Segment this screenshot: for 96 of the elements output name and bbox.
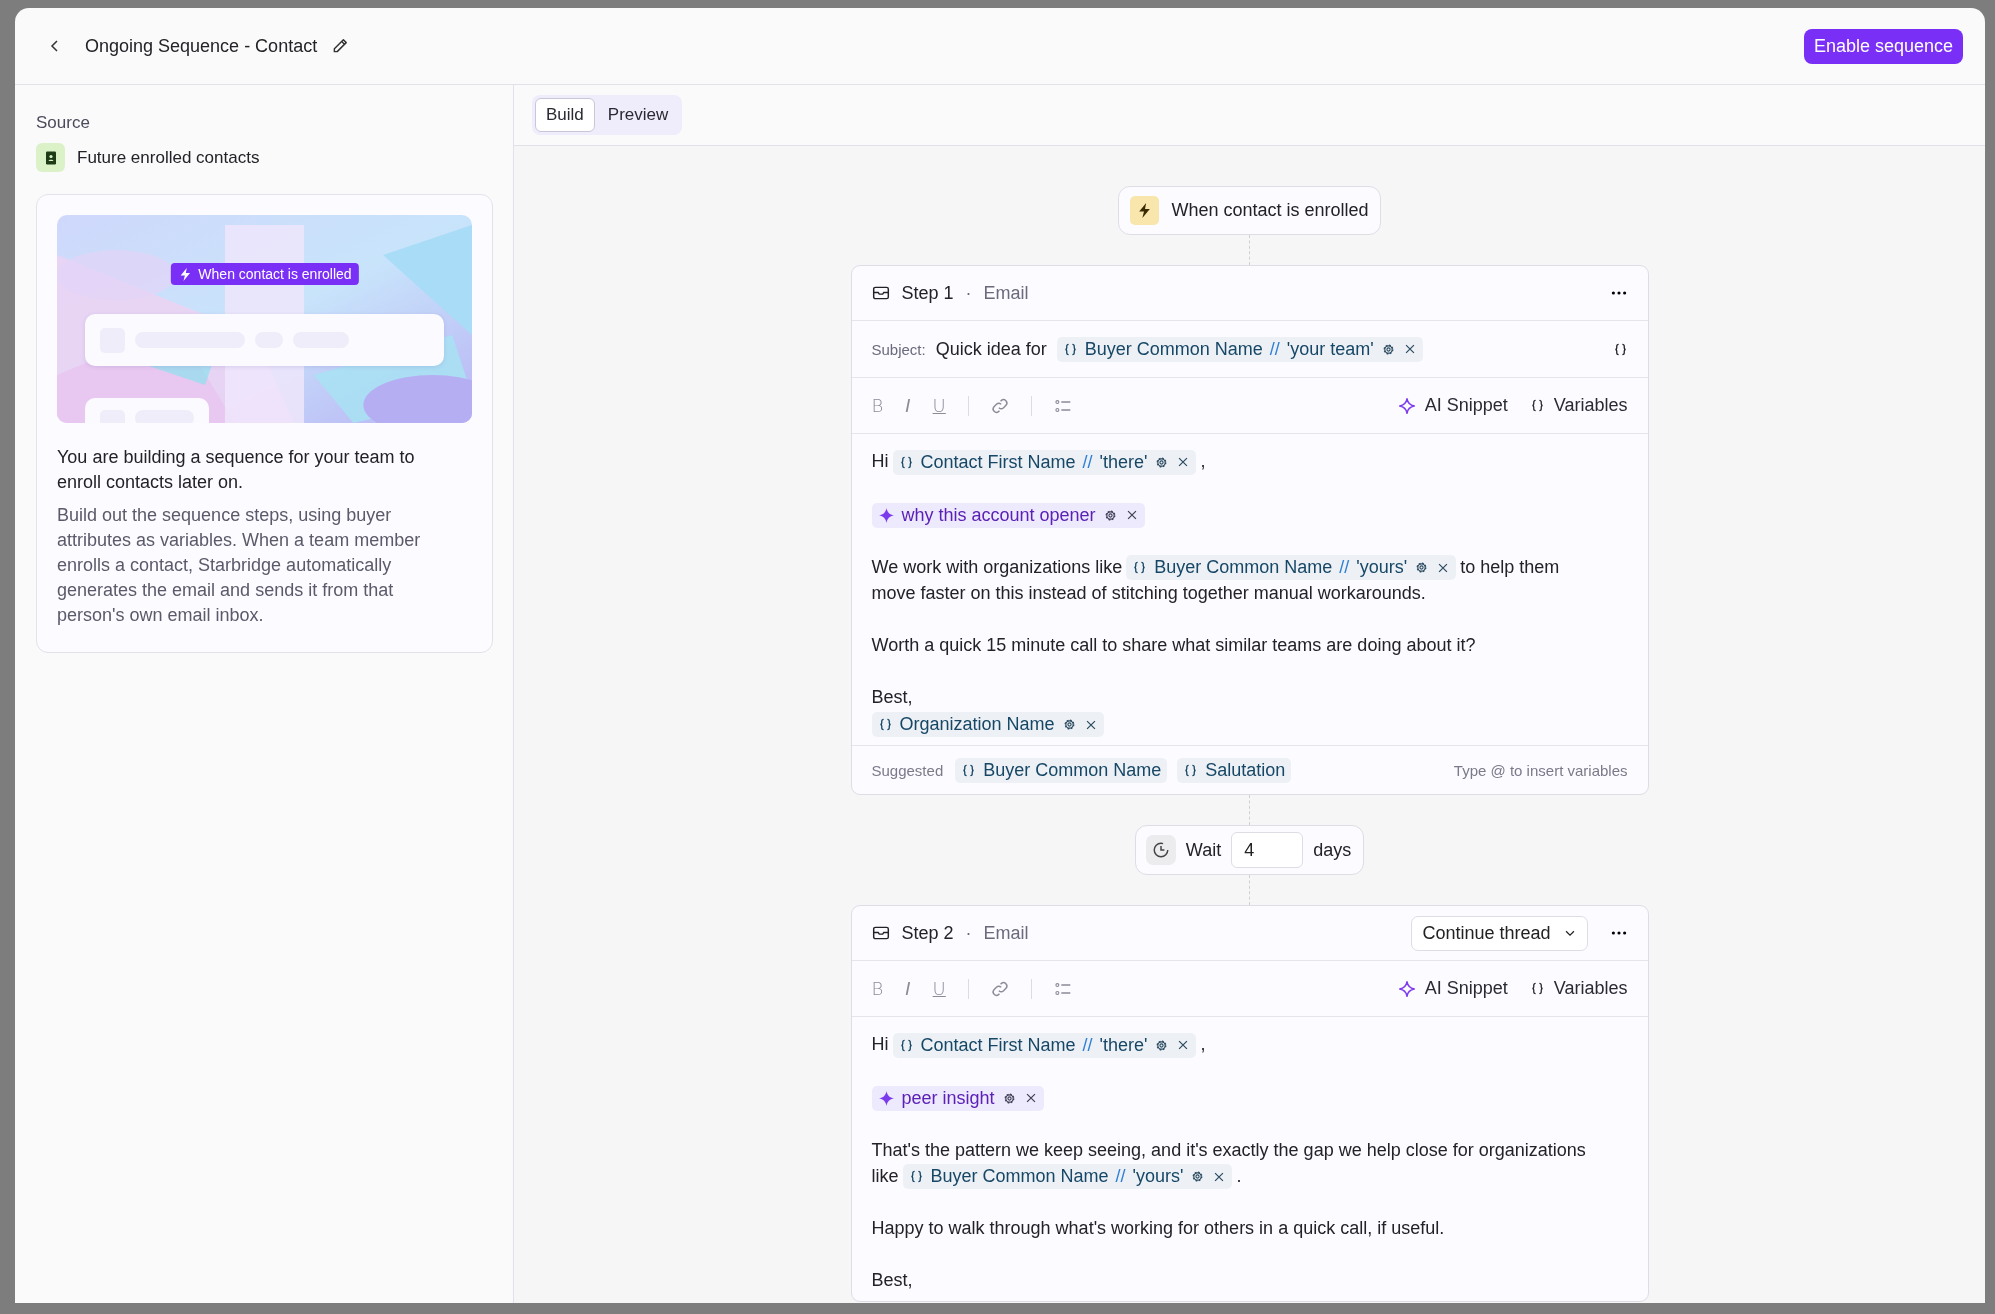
ai-snippet-chip[interactable]: why this account opener (871, 502, 1145, 528)
separator: // (1115, 1165, 1126, 1189)
mail-icon (871, 924, 890, 942)
body-text: Best, (871, 687, 913, 708)
body-text: , (1200, 451, 1206, 471)
variable-chip[interactable]: Contact First Name // 'there' (892, 1032, 1197, 1058)
body-text: Happy to walk through what's working for others in a quick call, if useful. (871, 1218, 1445, 1239)
separator: // (1082, 1033, 1093, 1057)
sparkle-icon (1397, 979, 1416, 998)
page-title: Ongoing Sequence - Contact (85, 35, 318, 57)
body-text: Quick idea for (935, 338, 1047, 360)
sparkle-icon (1397, 396, 1416, 415)
body-text: . (1236, 1165, 1242, 1186)
info-text: Build out the sequence steps, using buyer attributes as variables. When a team member enrolls a contact, Starbridge automatically generates the email and sends it from that person's own email inbox. (57, 504, 422, 627)
variable-name: Organization Name (899, 713, 1055, 736)
wait-days-field[interactable]: 4 (1231, 832, 1304, 868)
variable-chip[interactable]: Buyer Common Name // 'your team' (1056, 336, 1423, 362)
separator: // (1082, 450, 1093, 474)
variable-chip[interactable]: Buyer Common Name // 'yours' (902, 1164, 1233, 1190)
variables-button[interactable]: Variables (1529, 978, 1628, 999)
separator-dot: · (965, 282, 972, 304)
step-channel: Email (983, 922, 1029, 944)
body-text: , (1200, 1034, 1206, 1054)
body-text: Best, (871, 1270, 913, 1291)
step-title: Step 1 (901, 282, 954, 304)
body-text: We work with organizations like (871, 556, 1123, 577)
body-text: Worth a quick 15 minute call to share what similar teams are doing about it? (871, 635, 1476, 656)
separator-dot: · (965, 922, 972, 944)
braces-icon (1529, 398, 1545, 413)
suggested-variable-chip[interactable]: Buyer Common Name (955, 757, 1168, 783)
link-icon[interactable] (990, 396, 1009, 415)
braces-icon (908, 1169, 924, 1185)
wait-unit: days (1313, 839, 1352, 861)
body-text: move faster on this instead of stitching together manual workarounds. (871, 583, 1426, 604)
trigger-label: When contact is enrolled (1171, 200, 1369, 221)
underline-button[interactable]: U (932, 978, 946, 999)
body-text: Hi (871, 451, 889, 471)
thread-dropdown[interactable]: Continue thread (1411, 915, 1588, 951)
step-channel: Email (983, 282, 1029, 304)
fallback-text: 'yours' (1356, 556, 1408, 580)
pencil-icon[interactable] (331, 37, 350, 55)
section-label: Source (36, 113, 91, 133)
body-text: Hi (871, 1034, 889, 1054)
braces-icon (898, 454, 914, 470)
variable-name: Buyer Common Name (983, 758, 1162, 782)
suggested-label: Suggested (871, 761, 944, 779)
ai-snippet-button[interactable]: AI Snippet (1397, 395, 1508, 416)
separator: // (1269, 337, 1280, 361)
variable-name: Buyer Common Name (1084, 337, 1263, 361)
badge-text: When contact is enrolled (198, 266, 352, 282)
braces-icon (1062, 341, 1078, 357)
variable-name: Contact First Name (920, 450, 1076, 474)
snippet-name: peer insight (901, 1086, 995, 1110)
underline-button[interactable]: U (932, 395, 946, 416)
suggested-variable-chip[interactable]: Salutation (1177, 757, 1292, 783)
braces-icon (877, 717, 893, 732)
variable-name: Buyer Common Name (930, 1165, 1109, 1189)
clock-icon (1151, 841, 1170, 859)
sparkle-icon (877, 1089, 895, 1107)
link-icon[interactable] (990, 979, 1009, 998)
source-name: Future enrolled contacts (77, 147, 260, 168)
snippet-name: why this account opener (901, 503, 1096, 527)
variable-name: Salutation (1205, 758, 1286, 782)
body-text: like (871, 1165, 899, 1186)
view-tab[interactable]: Preview (596, 98, 680, 132)
variables-button[interactable]: Variables (1529, 395, 1628, 416)
fallback-text: 'yours' (1132, 1165, 1184, 1189)
fallback-text: 'your team' (1286, 337, 1374, 361)
hint-text: Type @ to insert variables (1453, 761, 1628, 779)
fallback-text: 'there' (1099, 1033, 1148, 1057)
step-title: Step 2 (901, 922, 954, 944)
body-text: to help them (1460, 556, 1560, 577)
variable-name: Buyer Common Name (1154, 556, 1333, 580)
subject-label: Subject: (871, 340, 926, 358)
ai-snippet-button[interactable]: AI Snippet (1397, 978, 1508, 999)
braces-icon (1132, 560, 1148, 576)
braces-icon (1183, 762, 1199, 778)
variable-chip[interactable]: Contact First Name // 'there' (892, 449, 1197, 475)
braces-icon (1529, 981, 1545, 996)
wait-label: Wait (1185, 839, 1222, 861)
body-text: That's the pattern we keep seeing, and it's exactly the gap we help close for organizations (871, 1139, 1586, 1160)
separator: // (1339, 556, 1350, 580)
braces-icon (1612, 341, 1628, 357)
variable-chip[interactable]: Buyer Common Name // 'yours' (1126, 555, 1457, 581)
info-heading: You are building a sequence for your team to enroll contacts later on. (57, 446, 416, 494)
mail-icon (871, 284, 890, 302)
variable-chip[interactable]: Organization Name (871, 712, 1104, 737)
braces-icon (898, 1037, 914, 1053)
braces-icon (961, 762, 977, 778)
variable-name: Contact First Name (920, 1033, 1076, 1057)
trigger-node[interactable]: When contact is enrolled (1118, 186, 1381, 235)
ai-snippet-chip[interactable]: peer insight (871, 1085, 1044, 1111)
sparkle-icon (877, 506, 895, 524)
view-tab[interactable]: Build (535, 98, 595, 132)
enable-sequence-button[interactable]: Enable sequence (1803, 28, 1963, 64)
fallback-text: 'there' (1099, 450, 1148, 474)
